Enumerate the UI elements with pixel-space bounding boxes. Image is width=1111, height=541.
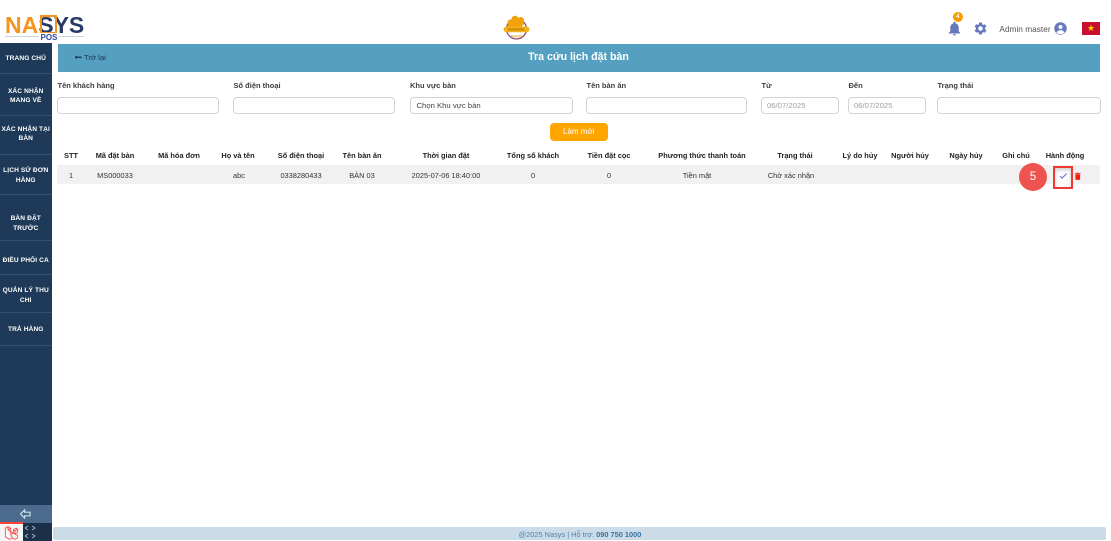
svg-text:FOOD: FOOD: [511, 34, 523, 39]
